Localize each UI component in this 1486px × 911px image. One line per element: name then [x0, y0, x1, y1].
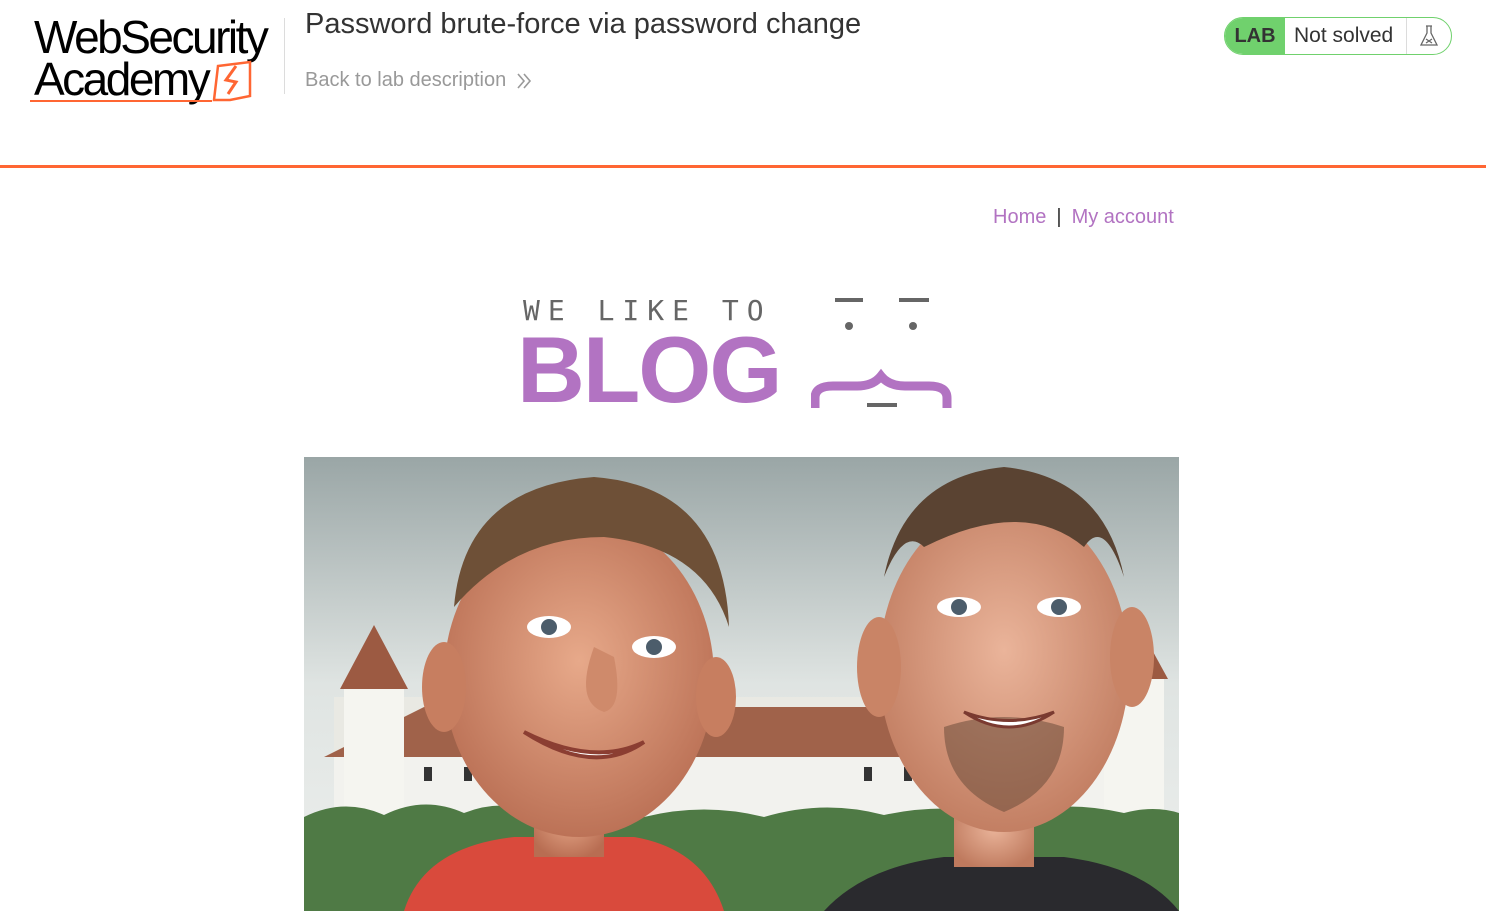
blog-logo: WE LIKE TO BLOG — [515, 290, 965, 420]
back-link-label: Back to lab description — [305, 69, 507, 91]
nav-home-link[interactable]: Home — [993, 206, 1046, 229]
academy-logo[interactable]: WebSecurity Academy — [30, 14, 282, 106]
lab-title: Password brute-force via password change — [305, 8, 862, 40]
lab-badge: LAB — [1225, 18, 1285, 54]
header-divider — [284, 18, 285, 94]
logo-line2: Academy — [34, 53, 211, 105]
nav-separator: | — [1056, 206, 1062, 228]
lab-status-widget: LAB Not solved — [1224, 17, 1452, 55]
double-chevron-right-icon — [517, 72, 532, 89]
back-to-description-link[interactable]: Back to lab description — [305, 69, 532, 92]
blog-word: BLOG — [517, 317, 783, 422]
lab-status-text: Not solved — [1294, 24, 1394, 47]
logo-underline — [30, 100, 212, 102]
top-navigation: Home | My account — [993, 206, 1174, 229]
flask-icon — [1406, 18, 1451, 54]
hero-banner-image — [304, 457, 1179, 911]
lab-header: WebSecurity Academy Password brute-force… — [0, 0, 1486, 168]
lightning-bolt-icon — [212, 60, 252, 102]
brace-face-icon — [811, 298, 952, 408]
nav-my-account-link[interactable]: My account — [1072, 206, 1174, 229]
